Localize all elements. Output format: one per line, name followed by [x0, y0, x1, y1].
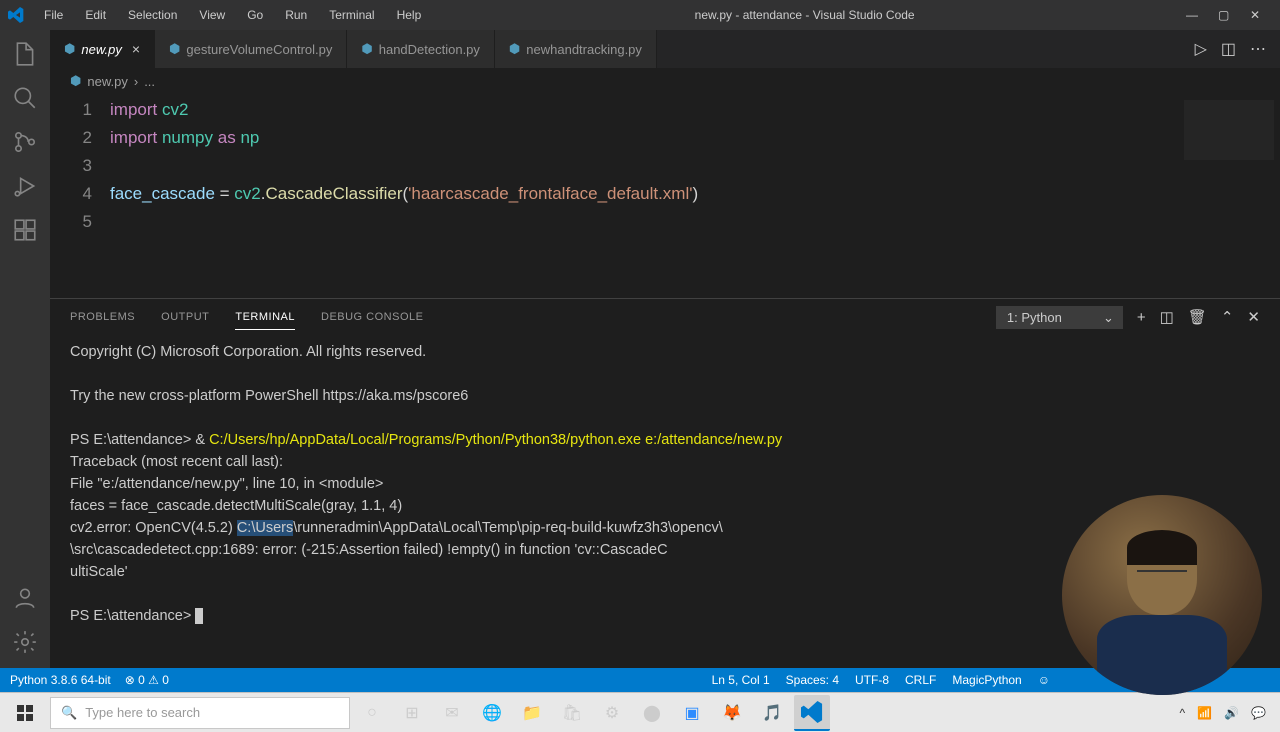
close-icon[interactable]: ✕: [1250, 8, 1264, 22]
python-file-icon: ⬢: [169, 41, 180, 57]
status-cursor-pos[interactable]: Ln 5, Col 1: [712, 673, 770, 687]
kill-terminal-icon[interactable]: 🗑: [1188, 308, 1207, 326]
windows-taskbar: 🔍Type here to search ○ ⊞ ✉ 🌐 📁 🛍 ⚙ ⬤ ▣ 🦊…: [0, 692, 1280, 732]
extensions-icon[interactable]: [11, 216, 39, 244]
status-encoding[interactable]: UTF-8: [855, 673, 889, 687]
terminal-selector[interactable]: 1: Python: [996, 306, 1123, 329]
start-button[interactable]: [4, 696, 46, 730]
titlebar: File Edit Selection View Go Run Terminal…: [0, 0, 1280, 30]
line-numbers: 12345: [50, 94, 110, 298]
window-title: new.py - attendance - Visual Studio Code: [431, 8, 1178, 22]
new-terminal-icon[interactable]: +: [1137, 309, 1146, 326]
search-icon[interactable]: [11, 84, 39, 112]
task-view-icon[interactable]: ⊞: [394, 695, 430, 731]
panel-tab-debug[interactable]: DEBUG CONSOLE: [321, 305, 423, 329]
menu-go[interactable]: Go: [237, 4, 273, 26]
maximize-panel-icon[interactable]: ⌃: [1221, 308, 1234, 326]
mail-icon[interactable]: ✉: [434, 695, 470, 731]
explorer-icon[interactable]: [11, 40, 39, 68]
close-panel-icon[interactable]: ✕: [1247, 308, 1260, 326]
python-file-icon: ⬢: [64, 41, 75, 57]
menu-edit[interactable]: Edit: [75, 4, 116, 26]
explorer-icon[interactable]: 📁: [514, 695, 550, 731]
split-terminal-icon[interactable]: ◫: [1160, 308, 1174, 326]
menu-bar: File Edit Selection View Go Run Terminal…: [34, 4, 431, 26]
cortana-icon[interactable]: ○: [354, 695, 390, 731]
more-actions-icon[interactable]: ⋯: [1250, 39, 1266, 59]
python-file-icon: ⬢: [361, 41, 372, 57]
vscode-task-icon[interactable]: [794, 695, 830, 731]
split-editor-icon[interactable]: ◫: [1221, 39, 1236, 59]
zoom-icon[interactable]: ▣: [674, 695, 710, 731]
account-icon[interactable]: [11, 584, 39, 612]
menu-run[interactable]: Run: [275, 4, 317, 26]
settings-icon[interactable]: ⚙: [594, 695, 630, 731]
music-icon[interactable]: 🎵: [754, 695, 790, 731]
status-bar: Python 3.8.6 64-bit ⊗ 0 ⚠ 0 Ln 5, Col 1 …: [0, 668, 1280, 692]
store-icon[interactable]: 🛍: [554, 695, 590, 731]
run-icon[interactable]: ▷: [1195, 39, 1207, 59]
panel-tabs: PROBLEMS OUTPUT TERMINAL DEBUG CONSOLE 1…: [50, 299, 1280, 335]
tray-up-icon[interactable]: ^: [1180, 706, 1186, 720]
menu-selection[interactable]: Selection: [118, 4, 187, 26]
minimize-icon[interactable]: —: [1186, 8, 1200, 22]
status-eol[interactable]: CRLF: [905, 673, 936, 687]
debug-icon[interactable]: [11, 172, 39, 200]
vscode-logo-icon: [8, 7, 24, 23]
obs-icon[interactable]: ⬤: [634, 695, 670, 731]
webcam-overlay: [1062, 495, 1262, 695]
tab-gesture[interactable]: ⬢gestureVolumeControl.py: [155, 30, 347, 68]
source-control-icon[interactable]: [11, 128, 39, 156]
menu-file[interactable]: File: [34, 4, 73, 26]
terminal-cursor: [195, 608, 203, 624]
menu-help[interactable]: Help: [387, 4, 432, 26]
breadcrumb[interactable]: ⬢ new.py › ...: [50, 68, 1280, 94]
window-controls: — ▢ ✕: [1178, 8, 1272, 22]
status-language[interactable]: MagicPython: [952, 673, 1021, 687]
minimap[interactable]: [1184, 100, 1274, 160]
status-python[interactable]: Python 3.8.6 64-bit: [10, 673, 111, 687]
tray-notifications-icon[interactable]: 💬: [1251, 706, 1266, 720]
tray-wifi-icon[interactable]: 📶: [1197, 706, 1212, 720]
firefox-icon[interactable]: 🦊: [714, 695, 750, 731]
menu-view[interactable]: View: [189, 4, 235, 26]
menu-terminal[interactable]: Terminal: [319, 4, 384, 26]
status-feedback-icon[interactable]: ☺: [1038, 673, 1050, 687]
python-file-icon: ⬢: [509, 41, 520, 57]
tray-sound-icon[interactable]: 🔊: [1224, 706, 1239, 720]
panel-tab-problems[interactable]: PROBLEMS: [70, 305, 135, 329]
tab-new-py[interactable]: ⬢new.py×: [50, 30, 155, 68]
code-content[interactable]: import cv2import numpy as np face_cascad…: [110, 94, 1280, 298]
panel-tab-output[interactable]: OUTPUT: [161, 305, 209, 329]
taskbar-search[interactable]: 🔍Type here to search: [50, 697, 350, 729]
settings-gear-icon[interactable]: [11, 628, 39, 656]
code-editor[interactable]: 12345 import cv2import numpy as np face_…: [50, 94, 1280, 298]
editor-tabs: ⬢new.py× ⬢gestureVolumeControl.py ⬢handD…: [50, 30, 1280, 68]
status-problems[interactable]: ⊗ 0 ⚠ 0: [125, 673, 169, 687]
status-spaces[interactable]: Spaces: 4: [786, 673, 839, 687]
panel-tab-terminal[interactable]: TERMINAL: [235, 305, 295, 330]
maximize-icon[interactable]: ▢: [1218, 8, 1232, 22]
tab-handdetection[interactable]: ⬢handDetection.py: [347, 30, 495, 68]
python-file-icon: ⬢: [70, 73, 81, 89]
search-icon: 🔍: [61, 705, 77, 721]
tab-newhandtracking[interactable]: ⬢newhandtracking.py: [495, 30, 657, 68]
activity-bar: [0, 30, 50, 668]
edge-icon[interactable]: 🌐: [474, 695, 510, 731]
tab-close-icon[interactable]: ×: [132, 41, 140, 57]
